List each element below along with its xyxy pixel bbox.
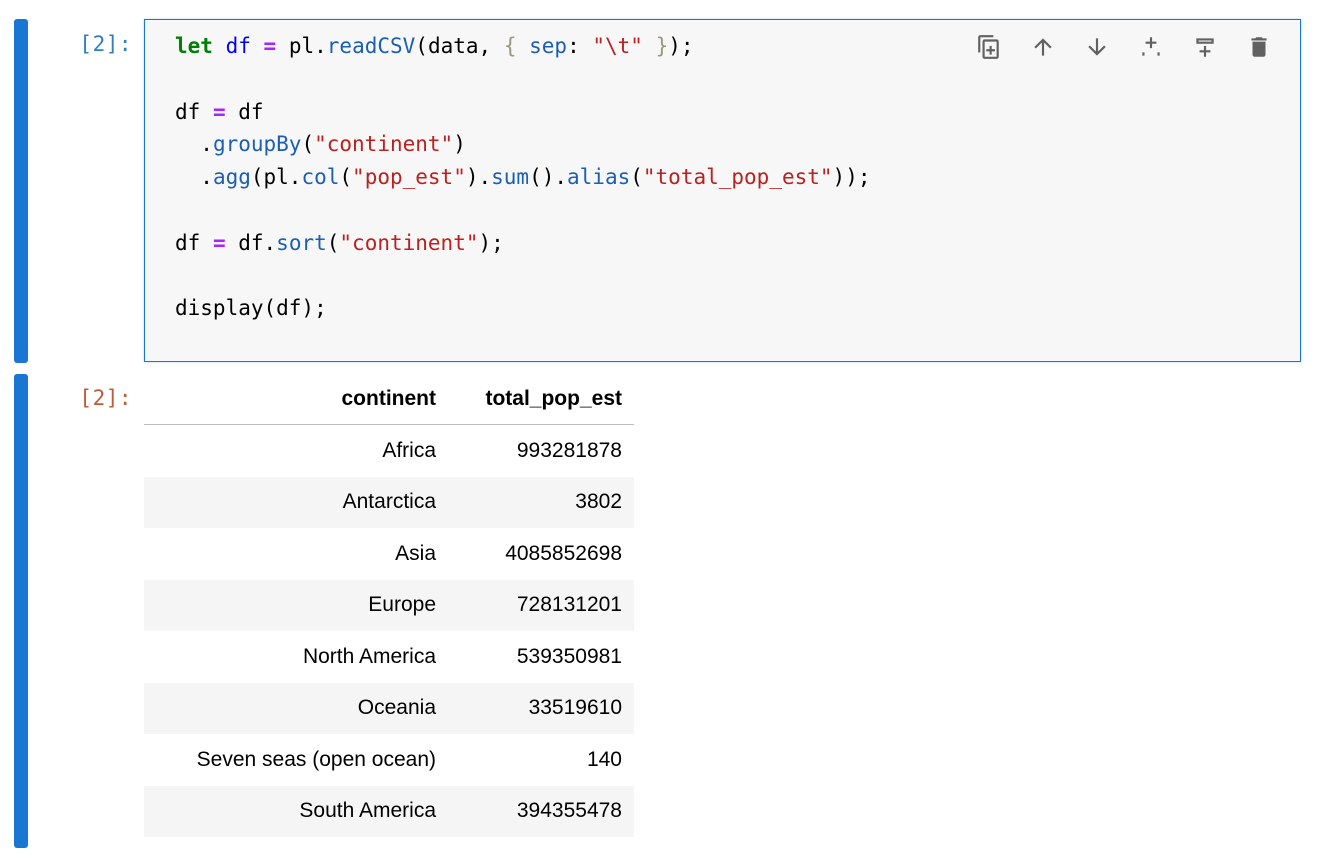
insert-above-button[interactable] — [1124, 32, 1178, 62]
insert-below-icon — [1196, 38, 1214, 57]
column-header-continent: continent — [144, 374, 448, 425]
cell-toolbar — [962, 32, 1286, 62]
code-text[interactable]: let df = pl.readCSV(data, { sep: "\t" })… — [175, 30, 870, 325]
cell-total-pop-est: 539350981 — [516, 644, 622, 668]
duplicate-cell-button[interactable] — [962, 32, 1016, 62]
code-line: df = df — [175, 99, 264, 124]
arrow-up-icon — [1034, 38, 1052, 56]
cell-continent: Europe — [368, 593, 436, 617]
code-cell[interactable]: [2]: let df = pl.readCSV(data, { sep: "\… — [0, 0, 1318, 366]
output-prompt: [2]: — [79, 386, 132, 410]
output-area: continent total_pop_est Africa 993281878… — [144, 374, 634, 837]
code-line: .groupBy("continent") — [175, 132, 466, 157]
cell-total-pop-est: 140 — [586, 747, 622, 771]
cell-continent: Oceania — [357, 696, 436, 720]
table-row: South America 394355478 — [144, 785, 634, 837]
cell-continent: North America — [302, 644, 436, 668]
cell-continent: Seven seas (open ocean) — [196, 747, 436, 771]
notebook: [2]: let df = pl.readCSV(data, { sep: "\… — [0, 0, 1318, 860]
code-editor[interactable]: let df = pl.readCSV(data, { sep: "\t" })… — [144, 19, 1301, 362]
dataframe-table: continent total_pop_est Africa 993281878… — [144, 374, 634, 837]
cell-total-pop-est: 33519610 — [528, 696, 622, 720]
table-row: North America 539350981 — [144, 631, 634, 683]
cell-total-pop-est: 394355478 — [516, 799, 622, 823]
table-row: Oceania 33519610 — [144, 682, 634, 734]
input-collapser[interactable] — [14, 19, 28, 363]
cell-continent: Antarctica — [342, 490, 436, 514]
table-header-row: continent total_pop_est — [144, 374, 634, 425]
table-row: Seven seas (open ocean) 140 — [144, 734, 634, 786]
cell-continent: Africa — [382, 438, 436, 462]
table-row: Antarctica 3802 — [144, 476, 634, 528]
cell-continent: South America — [299, 799, 436, 823]
table-row: Africa 993281878 — [144, 425, 634, 477]
table-row: Asia 4085852698 — [144, 528, 634, 580]
cell-total-pop-est: 728131201 — [516, 593, 622, 617]
input-prompt: [2]: — [79, 32, 132, 56]
trash-icon — [1251, 37, 1267, 57]
duplicate-icon — [978, 35, 999, 59]
cell-total-pop-est: 993281878 — [516, 438, 622, 462]
move-down-button[interactable] — [1070, 32, 1124, 62]
insert-below-button[interactable] — [1178, 32, 1232, 62]
cell-total-pop-est: 3802 — [575, 490, 622, 514]
cell-total-pop-est: 4085852698 — [505, 541, 622, 565]
delete-cell-button[interactable] — [1232, 32, 1286, 62]
column-header-total-pop-est: total_pop_est — [448, 374, 634, 425]
table-row: Europe 728131201 — [144, 579, 634, 631]
output-collapser[interactable] — [14, 374, 28, 848]
arrow-down-icon — [1088, 38, 1106, 56]
move-up-button[interactable] — [1016, 32, 1070, 62]
code-line: df = df.sort("continent"); — [175, 230, 504, 255]
code-line: display(df); — [175, 296, 327, 321]
code-line: .agg(pl.col("pop_est").sum().alias("tota… — [175, 165, 871, 190]
insert-above-icon — [1142, 37, 1160, 56]
code-line: let df = pl.readCSV(data, { sep: "\t" })… — [175, 34, 694, 58]
cell-continent: Asia — [395, 541, 436, 565]
